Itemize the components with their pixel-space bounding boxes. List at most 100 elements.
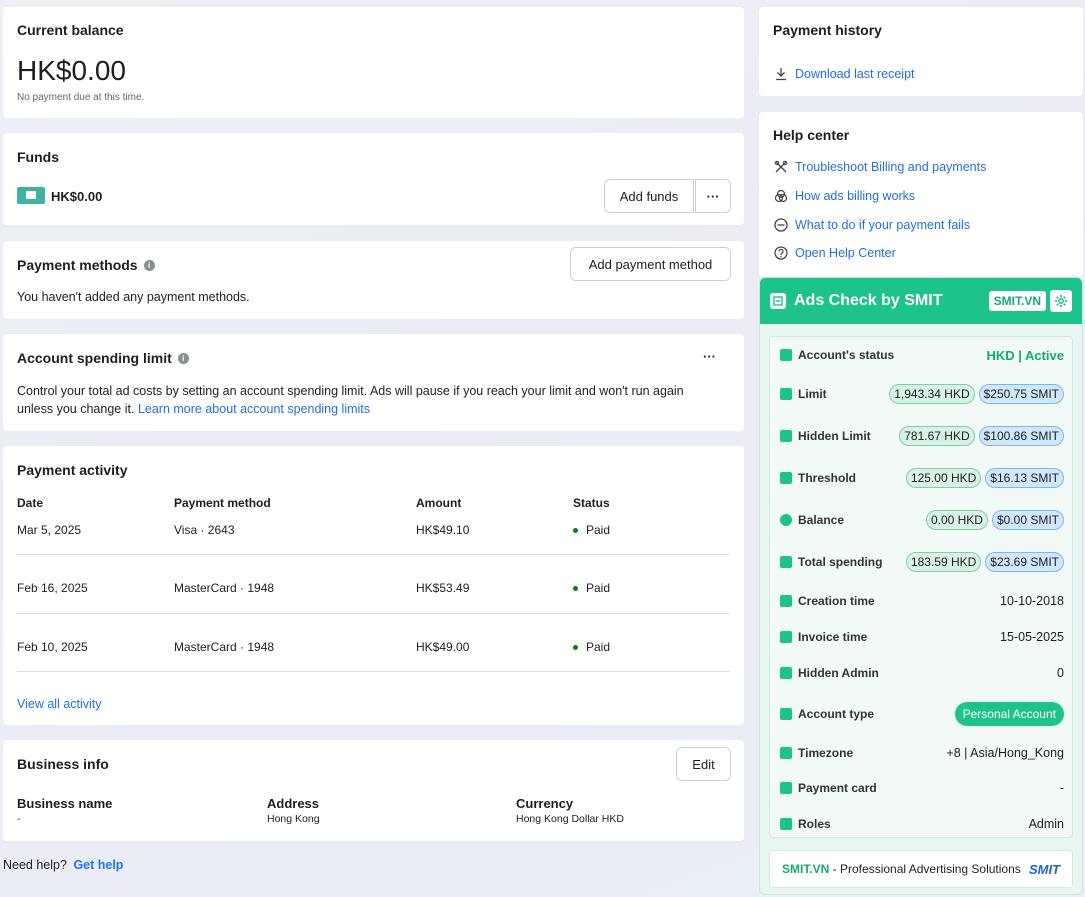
help-link-how-billing[interactable]: How ads billing works (773, 188, 915, 204)
add-payment-method-button[interactable]: Add payment method (570, 247, 731, 281)
smit-footer-logo: SMIT (1028, 861, 1060, 877)
threshold-hkd: 125.00 HKD (905, 468, 982, 488)
spending-smit: $23.69 SMIT (985, 552, 1064, 572)
info-icon[interactable]: i (143, 259, 155, 271)
status-label: Account's status (798, 348, 895, 362)
spending-label: Total spending (798, 555, 883, 569)
edit-business-button[interactable]: Edit (676, 747, 731, 781)
hidden-limit-icon (780, 430, 792, 442)
funds-card: Funds HK$0.00 Add funds ··· (3, 133, 744, 225)
smit-logo-icon (770, 293, 786, 309)
help-link-text: How ads billing works (795, 189, 916, 203)
creation-value: 10-10-2018 (1000, 594, 1064, 608)
status-value: HKD | Active (986, 347, 1064, 363)
row-method: MasterCard · 1948 (174, 640, 275, 654)
spending-hkd: 183.59 HKD (905, 552, 982, 572)
limit-icon (780, 388, 792, 400)
admin-label: Hidden Admin (798, 666, 879, 680)
smit-row-timezone: Timezone +8 | Asia/Hong_Kong (780, 743, 1064, 763)
row-date: Feb 10, 2025 (17, 640, 88, 654)
smit-row-creation: Creation time 10-10-2018 (780, 591, 1064, 611)
help-link-text: Open Help Center (795, 246, 896, 260)
roles-label: Roles (798, 817, 831, 831)
row-amount: HK$49.00 (416, 640, 470, 654)
smit-info-body: Account's status HKD | Active Limit 1,94… (769, 336, 1073, 838)
creation-label: Creation time (798, 594, 875, 608)
need-help-text: Need help? (3, 858, 67, 872)
row-method: MasterCard · 1948 (174, 581, 275, 595)
download-receipt-text: Download last receipt (795, 67, 915, 81)
col-header-date: Date (17, 496, 44, 510)
smit-row-invoice: Invoice time 15-05-2025 (780, 627, 1064, 647)
download-icon (773, 66, 789, 82)
address-label: Address (267, 796, 320, 811)
spending-limit-learn-more-link[interactable]: Learn more about account spending limits (138, 402, 370, 416)
add-funds-button[interactable]: Add funds (604, 179, 694, 213)
funds-title: Funds (17, 149, 59, 165)
status-icon (780, 349, 792, 361)
payment-history-card: Payment history Download last receipt (759, 7, 1083, 96)
admin-value: 0 (1057, 666, 1064, 680)
limit-smit: $250.75 SMIT (978, 384, 1064, 404)
spending-limit-header: Account spending limit i (17, 350, 189, 366)
business-name-label: Business name (17, 796, 113, 811)
download-receipt-link[interactable]: Download last receipt (773, 66, 915, 82)
payment-history-title: Payment history (773, 22, 882, 38)
calendar-icon (780, 595, 792, 607)
info-icon[interactable]: i (177, 352, 189, 364)
help-link-payment-fails[interactable]: What to do if your payment fails (773, 217, 970, 233)
view-all-activity-link[interactable]: View all activity (17, 697, 102, 711)
help-center-card: Help center Troubleshoot Billing and pay… (759, 112, 1083, 277)
row-date: Mar 5, 2025 (17, 523, 82, 537)
limit-hkd: 1,943.34 HKD (889, 384, 975, 404)
balance-label: Balance (798, 513, 845, 527)
row-amount: HK$53.49 (416, 581, 470, 595)
smit-footer-brand: SMIT.VN (782, 862, 830, 876)
row-divider (17, 613, 730, 614)
payment-methods-card: Payment methods i Add payment method You… (3, 241, 744, 319)
funds-more-button[interactable]: ··· (695, 179, 731, 213)
row-status: Paid (573, 640, 610, 654)
row-status-text: Paid (586, 640, 611, 654)
smit-row-account-type: Account type Personal Account (780, 701, 1064, 727)
smit-footer-text: - Professional Advertising Solutions (829, 862, 1021, 876)
help-link-open-help-center[interactable]: Open Help Center (773, 245, 896, 261)
funds-amount: HK$0.00 (51, 189, 103, 204)
threshold-label: Threshold (798, 471, 857, 485)
current-balance-title: Current balance (17, 22, 124, 38)
invoice-label: Invoice time (798, 630, 868, 644)
invoice-icon (780, 631, 792, 643)
payment-methods-empty: You haven't added any payment methods. (17, 290, 250, 304)
row-status-text: Paid (586, 581, 611, 595)
payment-methods-title: Payment methods (17, 257, 138, 273)
smit-footer[interactable]: SMIT.VN - Professional Advertising Solut… (769, 850, 1073, 888)
limit-label: Limit (798, 387, 827, 401)
current-balance-amount: HK$0.00 (17, 55, 126, 86)
tools-icon (773, 159, 789, 175)
user-icon (780, 708, 792, 720)
smit-row-status: Account's status HKD | Active (780, 345, 1064, 365)
row-method: Visa · 2643 (174, 523, 235, 537)
row-divider (17, 554, 730, 555)
row-status-text: Paid (586, 523, 611, 537)
spending-limit-more-button[interactable]: ··· (703, 349, 716, 364)
business-info-card: Business info Edit Business name - Addre… (3, 740, 744, 841)
smit-row-total-spending: Total spending 183.59 HKD $23.69 SMIT (780, 550, 1064, 574)
payment-methods-header: Payment methods i (17, 257, 155, 273)
timezone-icon (780, 747, 792, 759)
smit-row-roles: Roles Admin (780, 814, 1064, 834)
col-header-status: Status (573, 496, 610, 510)
help-link-troubleshoot[interactable]: Troubleshoot Billing and payments (773, 159, 986, 175)
invoice-value: 15-05-2025 (1000, 630, 1064, 644)
smit-badge[interactable]: SMIT.VN (988, 291, 1046, 311)
type-label: Account type (798, 707, 875, 721)
hidden-limit-smit: $100.86 SMIT (978, 426, 1064, 446)
col-header-method: Payment method (174, 496, 271, 510)
gear-icon[interactable] (1050, 290, 1072, 312)
get-help-link[interactable]: Get help (73, 858, 123, 872)
card-icon (780, 782, 792, 794)
smit-row-hidden-admin: Hidden Admin 0 (780, 663, 1064, 683)
address-value: Hong Kong (267, 813, 320, 825)
balance-hkd: 0.00 HKD (925, 510, 988, 530)
row-divider (17, 671, 730, 672)
